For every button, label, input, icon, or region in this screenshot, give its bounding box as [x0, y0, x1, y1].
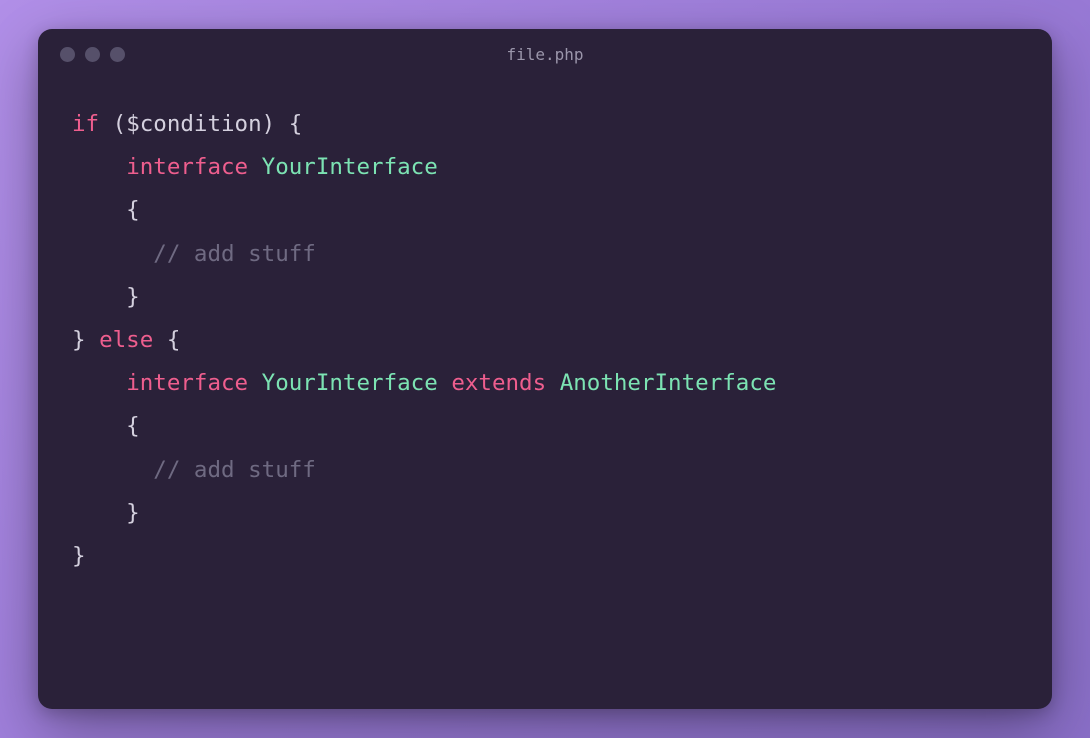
code-token-kw: else: [99, 327, 153, 353]
window-controls: [38, 47, 125, 62]
code-area[interactable]: if ($condition) { interface YourInterfac…: [38, 79, 1052, 709]
code-token-cmt: // add stuff: [153, 457, 316, 483]
code-token-kw: extends: [451, 370, 546, 396]
code-token-pn: [438, 370, 452, 396]
code-token-pn: }: [72, 284, 140, 310]
code-token-cmt: // add stuff: [153, 241, 316, 267]
titlebar: file.php: [38, 29, 1052, 79]
code-token-pn: {: [72, 413, 140, 439]
maximize-icon[interactable]: [110, 47, 125, 62]
code-token-cls: YourInterface: [262, 154, 438, 180]
code-token-pn: }: [72, 327, 99, 353]
code-token-pn: [72, 154, 126, 180]
code-token-pn: [72, 370, 126, 396]
code-token-cls: YourInterface: [262, 370, 438, 396]
code-token-pn: [72, 457, 153, 483]
code-token-pn: {: [72, 197, 140, 223]
code-token-cls: AnotherInterface: [560, 370, 777, 396]
code-token-var: $condition: [126, 111, 261, 137]
code-token-pn: [546, 370, 560, 396]
code-token-pn: {: [153, 327, 180, 353]
minimize-icon[interactable]: [85, 47, 100, 62]
code-token-kw: interface: [126, 370, 248, 396]
code-token-pn: }: [72, 500, 140, 526]
code-token-kw: interface: [126, 154, 248, 180]
code-token-pn: (: [99, 111, 126, 137]
code-token-pn: [72, 241, 153, 267]
code-token-pn: ) {: [262, 111, 303, 137]
editor-window: file.php if ($condition) { interface You…: [38, 29, 1052, 709]
window-title: file.php: [38, 45, 1052, 64]
code-token-kw: if: [72, 111, 99, 137]
close-icon[interactable]: [60, 47, 75, 62]
code-token-pn: [248, 370, 262, 396]
code-token-pn: }: [72, 543, 86, 569]
code-token-pn: [248, 154, 262, 180]
